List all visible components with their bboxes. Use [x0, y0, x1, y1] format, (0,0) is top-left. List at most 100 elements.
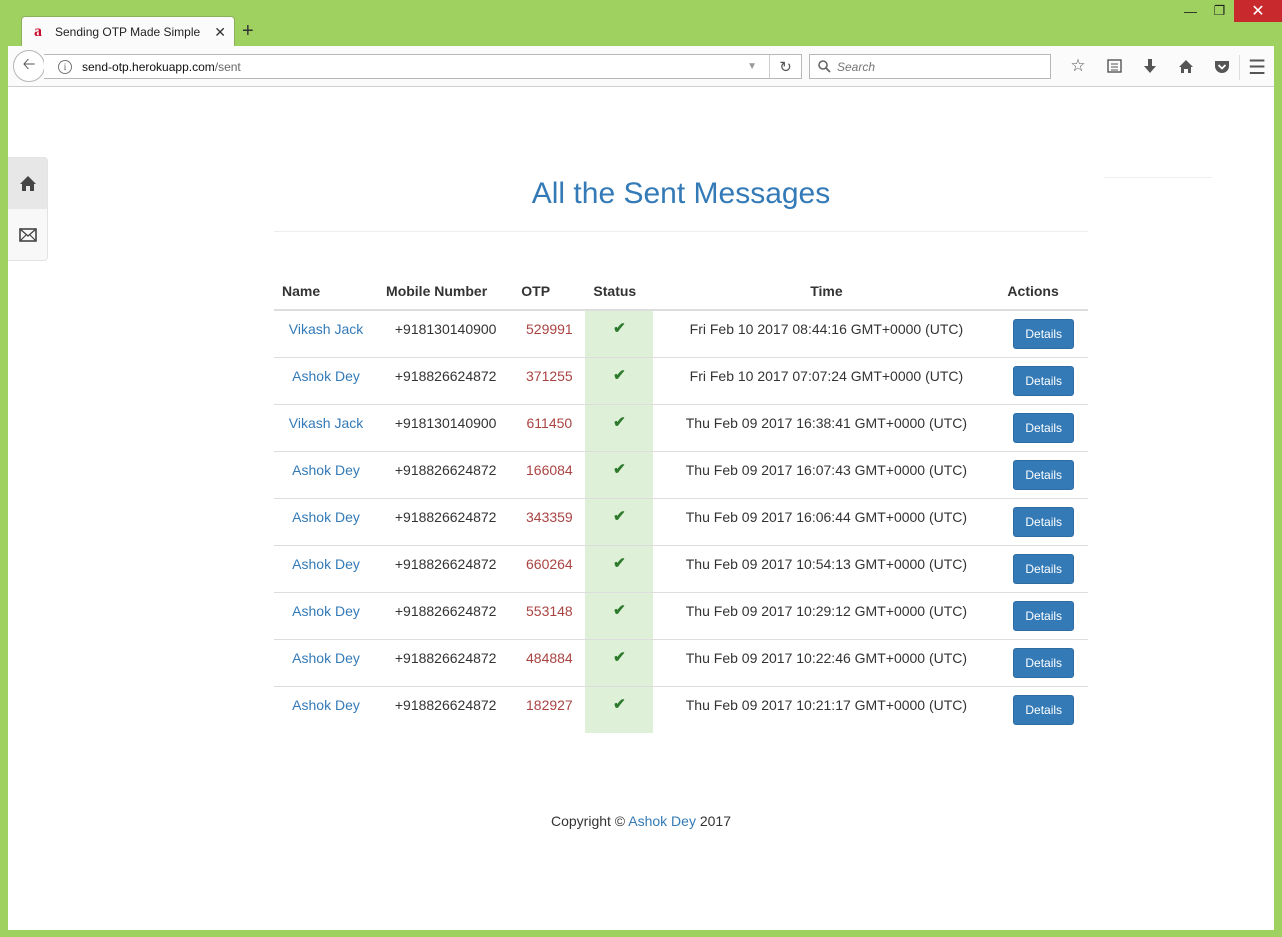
- sent-messages-table: Name Mobile Number OTP Status Time Actio…: [274, 272, 1088, 733]
- actions-cell: Details: [999, 497, 1088, 545]
- home-icon[interactable]: [1168, 56, 1204, 76]
- sidebar-item-messages[interactable]: [8, 209, 47, 260]
- otp-code: 553148: [513, 591, 586, 639]
- otp-code: 166084: [513, 450, 586, 498]
- column-header-status: Status: [585, 272, 654, 311]
- reload-icon[interactable]: ↻: [769, 55, 801, 78]
- sender-name-link[interactable]: Ashok Dey: [274, 450, 379, 498]
- sent-time: Fri Feb 10 2017 08:44:16 GMT+0000 (UTC): [689, 321, 964, 337]
- otp-code: 660264: [513, 544, 586, 592]
- table-row: Ashok Dey +918826624872 343359 ✔ Thu Feb 09 …: [274, 497, 1088, 545]
- status-check-icon: ✔: [585, 450, 654, 498]
- sender-name-link[interactable]: Vikash Jack: [274, 403, 379, 451]
- column-header-otp: OTP: [513, 272, 586, 311]
- details-button[interactable]: Details: [1013, 412, 1075, 443]
- chevron-down-icon[interactable]: ▼: [747, 61, 757, 72]
- actions-cell: Details: [999, 544, 1088, 592]
- otp-code: 182927: [513, 685, 586, 733]
- divider: [1104, 177, 1212, 178]
- sidebar-item-home[interactable]: [8, 158, 47, 209]
- column-header-mobile: Mobile Number: [378, 272, 514, 311]
- search-bar[interactable]: [809, 54, 1051, 79]
- sent-time: Thu Feb 09 2017 16:07:43 GMT+0000 (UTC): [653, 450, 1000, 498]
- status-check-icon: ✔: [585, 403, 654, 451]
- favicon-icon: a: [34, 23, 42, 40]
- table-row: Ashok Dey +918826624872 166084 ✔ Thu Feb 09 …: [274, 450, 1088, 498]
- mobile-number: +918826624872: [378, 638, 514, 686]
- side-nav: [8, 157, 48, 261]
- footer: Copyright © Ashok Dey 2017: [8, 813, 1274, 829]
- table-body: Vikash Jack +918130140900 529991 ✔ Fri Feb 1…: [274, 310, 1088, 733]
- menu-icon[interactable]: ☰: [1239, 55, 1266, 80]
- actions-cell: Details: [999, 591, 1088, 639]
- table-header-row: Name Mobile Number OTP Status Time Actio…: [274, 272, 1088, 311]
- details-button[interactable]: Details: [1013, 459, 1075, 490]
- search-icon: [818, 60, 831, 73]
- pocket-icon[interactable]: [1204, 56, 1240, 76]
- sent-time: Thu Feb 09 2017 16:38:41 GMT+0000 (UTC): [653, 403, 1000, 451]
- maximize-icon[interactable]: ❐: [1205, 0, 1234, 22]
- page-viewport: All the Sent Messages Name Mobile Number…: [8, 87, 1274, 930]
- title-divider: [274, 231, 1088, 232]
- reading-list-icon[interactable]: [1096, 56, 1132, 76]
- details-button[interactable]: Details: [1013, 318, 1075, 349]
- info-icon[interactable]: i: [58, 59, 72, 74]
- mobile-number: +918130140900: [378, 403, 514, 451]
- window-controls: — ❐ ✕: [1176, 0, 1282, 24]
- actions-cell: Details: [999, 356, 1088, 404]
- status-check-icon: ✔: [585, 310, 654, 357]
- mobile-number: +918826624872: [378, 544, 514, 592]
- browser-tab[interactable]: a Sending OTP Made Simple ✕: [21, 16, 235, 47]
- sender-name-link[interactable]: Ashok Dey: [274, 638, 379, 686]
- sender-name-link[interactable]: Ashok Dey: [274, 685, 379, 733]
- details-button[interactable]: Details: [1013, 694, 1075, 725]
- mobile-number: +918826624872: [378, 356, 514, 404]
- actions-cell: Details: [999, 450, 1088, 498]
- url-text[interactable]: send-otp.herokuapp.com/sent: [82, 60, 747, 74]
- author-link[interactable]: Ashok Dey: [628, 813, 696, 829]
- new-tab-button[interactable]: +: [242, 20, 254, 43]
- sent-time: Thu Feb 09 2017 10:21:17 GMT+0000 (UTC): [653, 685, 1000, 733]
- sender-name-link[interactable]: Ashok Dey: [274, 591, 379, 639]
- otp-code: 529991: [526, 321, 573, 337]
- status-check-icon: ✔: [585, 638, 654, 686]
- details-button[interactable]: Details: [1013, 553, 1075, 584]
- url-host: send-otp.herokuapp.com: [82, 59, 215, 74]
- copyright-year: 2017: [699, 813, 731, 829]
- sent-time: Thu Feb 09 2017 10:29:12 GMT+0000 (UTC): [653, 591, 1000, 639]
- status-check-icon: ✔: [585, 497, 654, 545]
- search-input[interactable]: [837, 59, 1037, 74]
- details-button[interactable]: Details: [1013, 365, 1075, 396]
- otp-code: 484884: [513, 638, 586, 686]
- table-row: Ashok Dey +918826624872 182927 ✔ Thu Feb 09 …: [274, 685, 1088, 733]
- url-path: /sent: [214, 59, 241, 74]
- details-button[interactable]: Details: [1013, 600, 1075, 631]
- actions-cell: Details: [999, 638, 1088, 686]
- sender-name-link[interactable]: Ashok Dey: [274, 356, 379, 404]
- copyright-prefix: Copyright ©: [551, 813, 626, 829]
- details-button[interactable]: Details: [1013, 506, 1075, 537]
- table-row: Ashok Dey +918826624872 484884 ✔ Thu Feb 09 …: [274, 638, 1088, 686]
- bookmark-star-icon[interactable]: ☆: [1060, 56, 1096, 76]
- otp-code: 611450: [513, 403, 586, 451]
- minimize-icon[interactable]: —: [1176, 0, 1205, 22]
- toolbar-icons: ☆: [1060, 56, 1240, 76]
- details-button[interactable]: Details: [1013, 647, 1075, 678]
- sender-name-link[interactable]: Vikash Jack: [274, 310, 378, 357]
- table-row: Ashok Dey +918826624872 553148 ✔ Thu Feb 09 …: [274, 591, 1088, 639]
- status-check-icon: ✔: [585, 356, 654, 404]
- mobile-number: +918826624872: [378, 450, 514, 498]
- sender-name-link[interactable]: Ashok Dey: [274, 544, 379, 592]
- tab-close-icon[interactable]: ✕: [214, 24, 226, 41]
- download-icon[interactable]: [1132, 56, 1168, 76]
- mobile-number: +918130140900: [394, 321, 497, 337]
- mobile-number: +918826624872: [378, 497, 514, 545]
- close-window-icon[interactable]: ✕: [1234, 0, 1282, 22]
- back-icon[interactable]: 🡠: [13, 50, 45, 82]
- column-header-time: Time: [653, 272, 1000, 311]
- otp-code: 343359: [513, 497, 586, 545]
- sent-time: Thu Feb 09 2017 10:54:13 GMT+0000 (UTC): [653, 544, 1000, 592]
- column-header-actions: Actions: [999, 272, 1088, 311]
- address-bar[interactable]: i send-otp.herokuapp.com/sent ▼ ↻: [44, 54, 802, 79]
- sender-name-link[interactable]: Ashok Dey: [274, 497, 379, 545]
